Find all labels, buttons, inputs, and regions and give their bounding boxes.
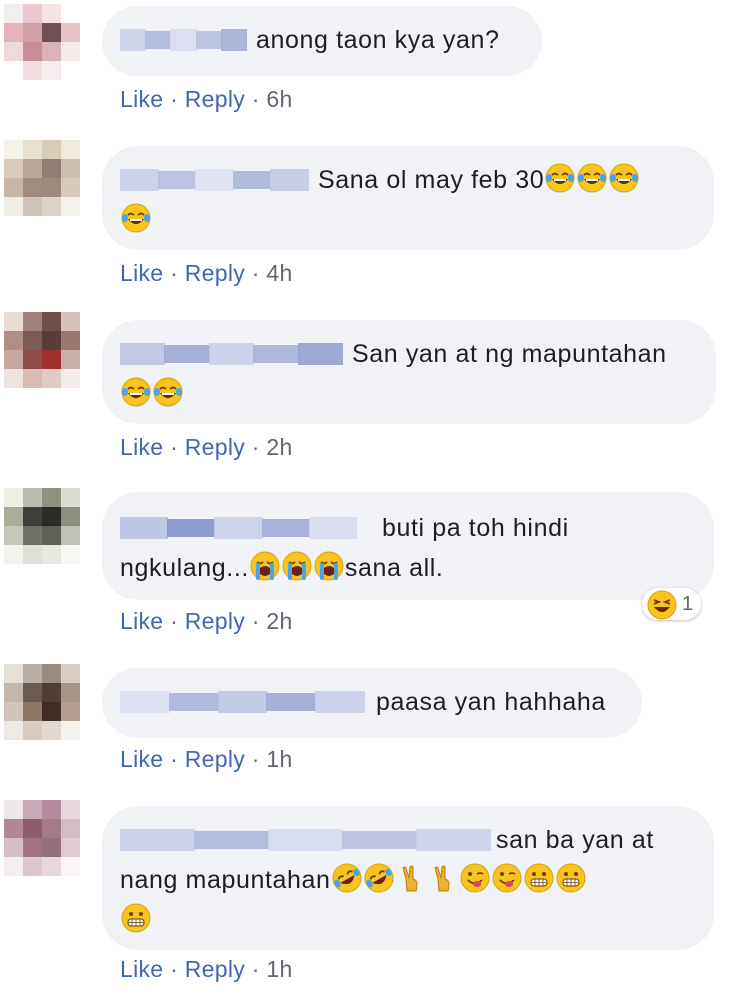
avatar[interactable] (4, 488, 80, 564)
face-with-tears-of-joy-emoji (121, 203, 151, 233)
commenter-name-blurred[interactable] (120, 169, 309, 191)
reply-link[interactable]: Reply (185, 956, 245, 982)
comment-text: nang mapuntahan (120, 866, 331, 894)
comment-timestamp[interactable]: 1h (266, 746, 292, 772)
like-link[interactable]: Like (120, 608, 163, 634)
laughing-reaction-icon (647, 590, 677, 620)
avatar[interactable] (4, 800, 80, 876)
like-link[interactable]: Like (120, 956, 163, 982)
face-with-tears-of-joy-emoji (577, 163, 607, 193)
comment-bubble: san ba yan at nang mapuntahan (102, 806, 714, 950)
avatar[interactable] (4, 312, 80, 388)
comment-bubble: Sana ol may feb 30 (102, 146, 714, 250)
comment-text: sana all. (344, 554, 444, 582)
comment-text: ngkulang... (120, 554, 249, 582)
comment-bubble: anong taon kya yan? (102, 6, 542, 76)
like-link[interactable]: Like (120, 746, 163, 772)
separator-dot: · (163, 746, 185, 772)
reply-link[interactable]: Reply (185, 260, 245, 286)
comment-actions: Like · Reply · 4h (120, 260, 293, 287)
comment-actions: Like · Reply · 2h (120, 608, 293, 635)
grimacing-face-emoji (121, 903, 151, 933)
separator-dot: · (163, 608, 185, 634)
winking-tongue-face-emoji (460, 863, 490, 893)
comment-timestamp[interactable]: 2h (266, 608, 292, 634)
comment-text: paasa yan hahhaha (376, 688, 606, 716)
commenter-name-blurred[interactable] (120, 691, 365, 713)
separator-dot: · (245, 434, 267, 460)
like-link[interactable]: Like (120, 86, 163, 112)
avatar[interactable] (4, 664, 80, 740)
grimacing-face-emoji (556, 863, 586, 893)
comment-timestamp[interactable]: 2h (266, 434, 292, 460)
comment-text: buti pa toh hindi (382, 514, 569, 542)
comment-actions: Like · Reply · 6h (120, 86, 293, 113)
face-with-tears-of-joy-emoji (153, 377, 183, 407)
loudly-crying-face-emoji (282, 551, 312, 581)
separator-dot: · (163, 956, 185, 982)
loudly-crying-face-emoji (250, 551, 280, 581)
reply-link[interactable]: Reply (185, 746, 245, 772)
loudly-crying-face-emoji (314, 551, 344, 581)
reaction-count: 1 (682, 592, 694, 615)
comment-actions: Like · Reply · 1h (120, 956, 293, 983)
comment-bubble: San yan at ng mapuntahan (102, 320, 716, 424)
separator-dot: · (163, 86, 185, 112)
separator-dot: · (245, 260, 267, 286)
comment-text: san ba yan at (496, 826, 654, 854)
separator-dot: · (245, 746, 267, 772)
commenter-name-blurred[interactable] (120, 829, 491, 851)
rolling-on-floor-laughing-emoji (364, 863, 394, 893)
rolling-on-floor-laughing-emoji (332, 863, 362, 893)
comment-timestamp[interactable]: 4h (266, 260, 292, 286)
separator-dot: · (245, 86, 267, 112)
separator-dot: · (245, 956, 267, 982)
comment-bubble: paasa yan hahhaha (102, 668, 642, 738)
victory-hand-emoji (396, 863, 426, 893)
grimacing-face-emoji (524, 863, 554, 893)
comment-actions: Like · Reply · 2h (120, 434, 293, 461)
comment-text: Sana ol may feb 30 (318, 166, 545, 194)
reply-link[interactable]: Reply (185, 608, 245, 634)
like-link[interactable]: Like (120, 260, 163, 286)
commenter-name-blurred[interactable] (120, 29, 247, 51)
comment-bubble: buti pa toh hindi ngkulang... sana all. (102, 492, 714, 600)
reply-link[interactable]: Reply (185, 434, 245, 460)
like-link[interactable]: Like (120, 434, 163, 460)
separator-dot: · (163, 434, 185, 460)
victory-hand-emoji (428, 863, 458, 893)
comment-actions: Like · Reply · 1h (120, 746, 293, 773)
commenter-name-blurred[interactable] (120, 343, 343, 365)
avatar[interactable] (4, 4, 80, 80)
face-with-tears-of-joy-emoji (121, 377, 151, 407)
avatar[interactable] (4, 140, 80, 216)
face-with-tears-of-joy-emoji (545, 163, 575, 193)
separator-dot: · (163, 260, 185, 286)
face-with-tears-of-joy-emoji (609, 163, 639, 193)
comment-timestamp[interactable]: 1h (266, 956, 292, 982)
comment-timestamp[interactable]: 6h (266, 86, 292, 112)
reaction-summary[interactable]: 1 (642, 588, 702, 620)
comment-text: San yan at ng mapuntahan (352, 340, 667, 368)
commenter-name-blurred[interactable] (120, 517, 357, 539)
comment-text: anong taon kya yan? (256, 26, 500, 54)
winking-tongue-face-emoji (492, 863, 522, 893)
separator-dot: · (245, 608, 267, 634)
reply-link[interactable]: Reply (185, 86, 245, 112)
